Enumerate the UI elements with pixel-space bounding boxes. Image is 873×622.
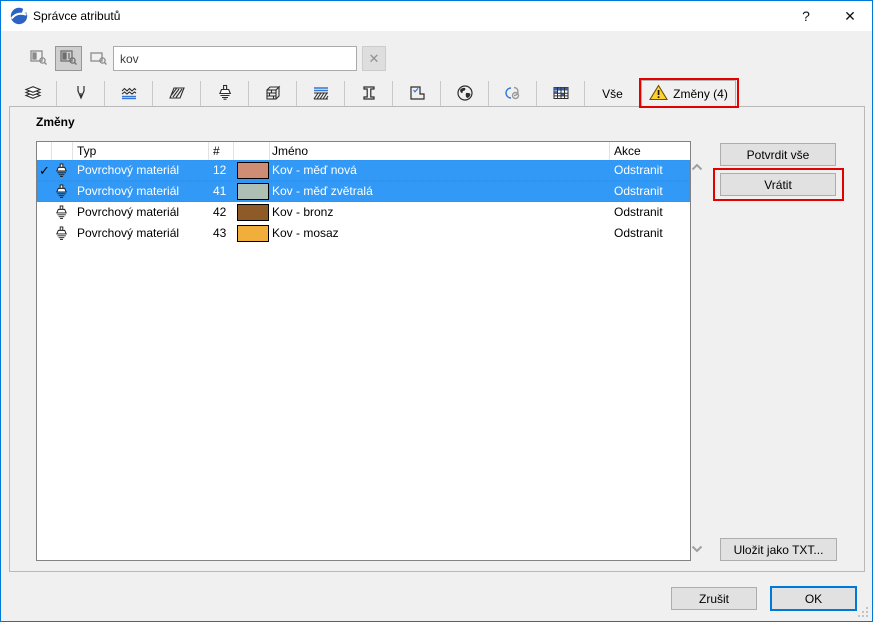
surface-brush-icon: [52, 163, 73, 179]
app-logo-icon: [10, 7, 28, 28]
row-checkmark[interactable]: ✓: [37, 160, 52, 181]
row-index: 42: [213, 205, 227, 219]
cities-icon: [455, 84, 475, 105]
tab-line-types[interactable]: [105, 81, 153, 107]
row-action: Odstranit: [614, 226, 663, 240]
scroll-up-button[interactable]: [690, 162, 704, 172]
line-types-icon: [119, 84, 139, 105]
dialog-title: Správce atributů: [33, 9, 121, 23]
tab-pens[interactable]: [57, 81, 105, 107]
search-by-name-icon: [88, 48, 110, 69]
table-row[interactable]: Povrchový materiál 41 Kov - měď zvětralá…: [37, 181, 690, 202]
surface-brush-icon: [52, 226, 73, 242]
close-icon: ✕: [368, 50, 380, 66]
filter-by-index-and-name-button[interactable]: [55, 46, 82, 71]
tab-building-materials[interactable]: [249, 81, 297, 107]
confirm-all-label: Potvrdit vše: [746, 147, 810, 162]
chevron-down-icon: [691, 542, 703, 556]
tab-profiles[interactable]: [345, 81, 393, 107]
row-name: Kov - mosaz: [272, 226, 339, 240]
save-as-txt-label: Uložit jako TXT...: [733, 542, 824, 557]
row-type: Povrchový materiál: [77, 184, 180, 198]
cancel-label: Zrušit: [699, 591, 729, 606]
header-swatch-column: [234, 142, 270, 160]
building-materials-icon: [263, 84, 283, 105]
save-as-txt-button[interactable]: Uložit jako TXT...: [720, 538, 837, 561]
pens-icon: [71, 84, 91, 105]
row-index: 41: [213, 184, 227, 198]
color-swatch: [237, 225, 269, 242]
color-swatch: [237, 183, 269, 200]
row-name: Kov - bronz: [272, 205, 334, 219]
table-row[interactable]: Povrchový materiál 43 Kov - mosaz Odstra…: [37, 223, 690, 244]
fill-types-icon: [167, 84, 187, 105]
close-button[interactable]: ✕: [829, 1, 871, 31]
help-button[interactable]: ?: [785, 1, 827, 31]
changes-list[interactable]: Typ # Jméno Akce ✓ Povrchový materiál 12…: [36, 141, 691, 561]
row-type: Povrchový materiál: [77, 226, 180, 240]
tab-composites[interactable]: [297, 81, 345, 107]
row-index: 43: [213, 226, 227, 240]
titlebar[interactable]: Správce atributů ? ✕: [1, 1, 872, 31]
layers-icon: [23, 84, 43, 105]
tab-fill-types[interactable]: [153, 81, 201, 107]
tab-all-label: Vše: [602, 87, 623, 101]
tab-mep-systems[interactable]: [537, 81, 585, 107]
cancel-button[interactable]: Zrušit: [671, 587, 757, 610]
tab-layers[interactable]: [9, 81, 57, 107]
tab-zone-categories[interactable]: [393, 81, 441, 107]
header-typ: Typ: [73, 142, 209, 160]
row-action: Odstranit: [614, 163, 663, 177]
resize-grip[interactable]: [857, 606, 869, 618]
warning-triangle-icon: [649, 84, 669, 104]
search-input[interactable]: [113, 46, 357, 71]
row-type: Povrchový materiál: [77, 205, 180, 219]
search-by-index-icon: [28, 48, 50, 69]
surface-brush-icon: [52, 205, 73, 221]
confirm-all-button[interactable]: Potvrdit vše: [720, 143, 836, 166]
tab-changes[interactable]: Změny (4): [641, 80, 736, 107]
color-swatch: [237, 162, 269, 179]
row-action: Odstranit: [614, 184, 663, 198]
scroll-down-button[interactable]: [690, 544, 704, 554]
chevron-up-icon: [691, 160, 703, 174]
header-jmeno: Jméno: [270, 142, 610, 160]
profiles-icon: [359, 84, 379, 105]
tab-cities[interactable]: [441, 81, 489, 107]
list-header: Typ # Jméno Akce: [37, 142, 690, 160]
search-by-index-and-name-icon: [58, 48, 80, 69]
row-action: Odstranit: [614, 205, 663, 219]
row-index: 12: [213, 163, 227, 177]
row-name: Kov - měď nová: [272, 163, 357, 177]
revert-button[interactable]: Vrátit: [720, 173, 836, 196]
row-type: Povrchový materiál: [77, 163, 180, 177]
attribute-manager-dialog: Správce atributů ? ✕ ✕: [0, 0, 873, 622]
color-swatch: [237, 204, 269, 221]
header-check-column: [37, 142, 52, 160]
ok-label: OK: [804, 591, 823, 606]
header-akce: Akce: [614, 144, 641, 158]
filter-by-name-button[interactable]: [85, 46, 112, 71]
surface-brush-icon: [52, 184, 73, 200]
operation-profiles-icon: [503, 84, 523, 105]
surfaces-icon: [215, 84, 235, 105]
tab-operation-profiles[interactable]: [489, 81, 537, 107]
tab-surfaces[interactable]: [201, 81, 249, 107]
table-row[interactable]: Povrchový materiál 42 Kov - bronz Odstra…: [37, 202, 690, 223]
clear-search-button[interactable]: ✕: [362, 46, 386, 71]
row-name: Kov - měď zvětralá: [272, 184, 373, 198]
header-icon-column: [52, 142, 73, 160]
panel-title: Změny: [36, 115, 75, 129]
composites-icon: [311, 84, 331, 105]
zone-categories-icon: [407, 84, 427, 105]
header-number: #: [209, 142, 234, 160]
attribute-tabbar: Vše: [9, 81, 641, 107]
revert-label: Vrátit: [764, 177, 792, 192]
table-row[interactable]: ✓ Povrchový materiál 12 Kov - měď nová O…: [37, 160, 690, 181]
tab-changes-label: Změny (4): [673, 87, 728, 101]
mep-systems-icon: [551, 84, 571, 105]
tab-all[interactable]: Vše: [585, 81, 641, 107]
filter-by-index-button[interactable]: [25, 46, 52, 71]
ok-button[interactable]: OK: [770, 586, 857, 611]
